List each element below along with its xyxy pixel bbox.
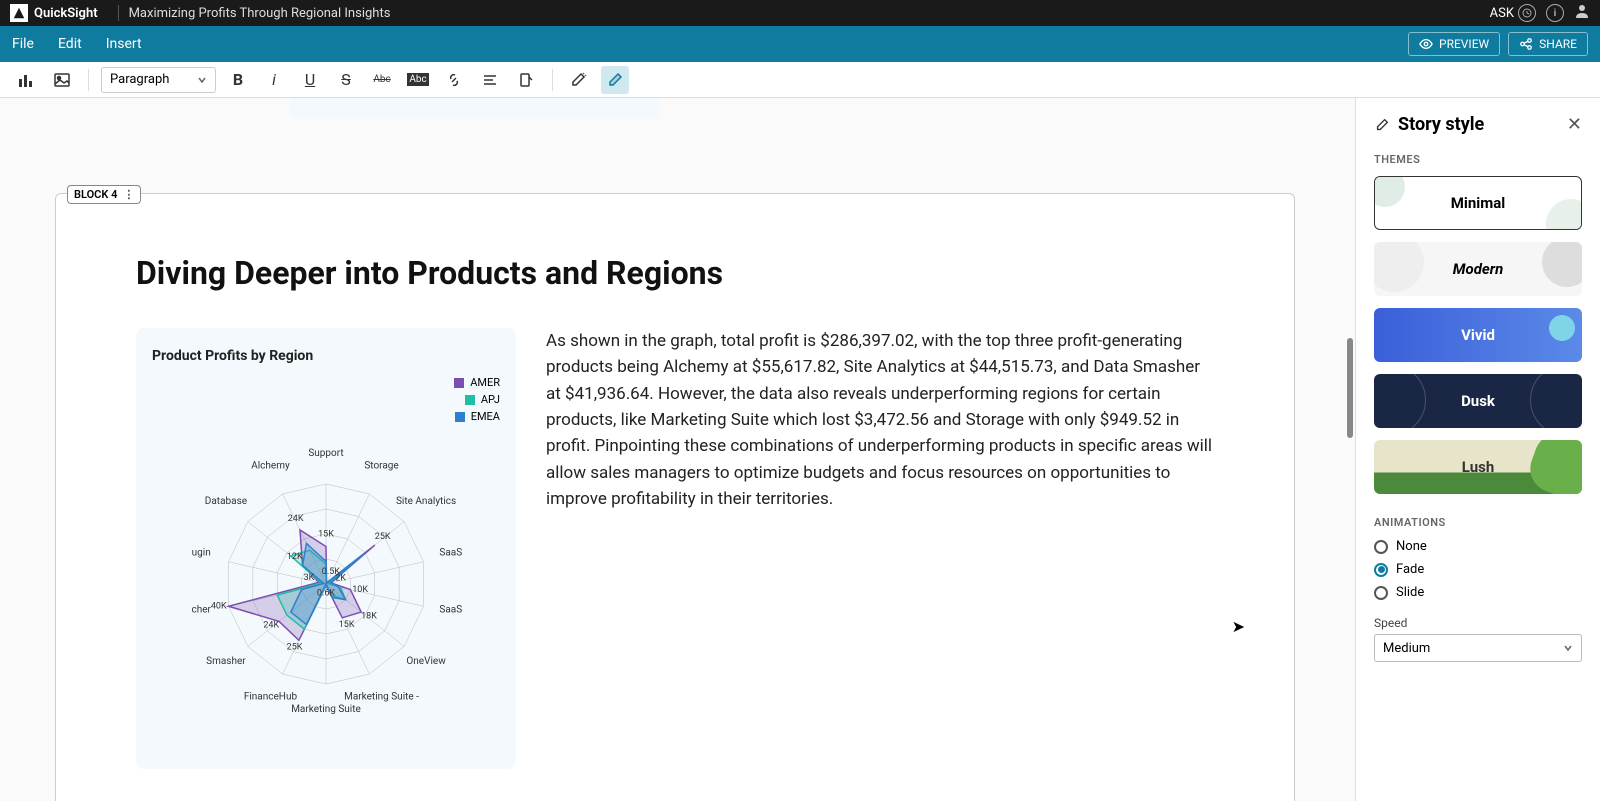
- header-divider: [118, 5, 119, 21]
- theme-lush[interactable]: Lush: [1374, 440, 1582, 494]
- menu-bar: File Edit Insert PREVIEW SHARE: [0, 26, 1600, 62]
- strikethrough-button[interactable]: S: [332, 66, 360, 94]
- animation-slide[interactable]: Slide: [1374, 585, 1582, 600]
- svg-text:18K: 18K: [361, 611, 377, 621]
- theme-vivid[interactable]: Vivid: [1374, 308, 1582, 362]
- svg-text:25K: 25K: [375, 532, 391, 542]
- clear-button[interactable]: [512, 66, 540, 94]
- speed-label: Speed: [1374, 616, 1582, 630]
- svg-text:24K: 24K: [288, 514, 304, 524]
- story-block[interactable]: Diving Deeper into Products and Regions …: [55, 193, 1295, 801]
- user-icon[interactable]: [1574, 3, 1590, 23]
- svg-text:24K: 24K: [263, 621, 279, 631]
- svg-text:FinanceHub: FinanceHub: [244, 691, 298, 702]
- block-title: Diving Deeper into Products and Regions: [136, 254, 1214, 292]
- svg-text:Storage: Storage: [364, 461, 398, 472]
- story-style-panel: Story style ✕ THEMES Minimal Modern Vivi…: [1355, 98, 1600, 801]
- radar-chart: Support Storage Site Analytics SaaS SaaS OneV…: [156, 429, 496, 739]
- speed-select[interactable]: Medium: [1374, 634, 1582, 662]
- app-header: QuickSight Maximizing Profits Through Re…: [0, 0, 1600, 26]
- svg-text:Alchemy: Alchemy: [251, 461, 290, 472]
- svg-text:OneView: OneView: [406, 656, 446, 667]
- svg-text:15K: 15K: [339, 620, 355, 630]
- logo-icon: [10, 4, 28, 22]
- svg-text:Marketing Suite: Marketing Suite: [291, 704, 361, 715]
- scrollbar-thumb[interactable]: [1347, 338, 1353, 438]
- block-body-text[interactable]: As shown in the graph, total profit is $…: [546, 328, 1214, 769]
- align-button[interactable]: [476, 66, 504, 94]
- animation-fade[interactable]: Fade: [1374, 562, 1582, 577]
- animations-label: ANIMATIONS: [1374, 516, 1582, 529]
- svg-text:SaaS: SaaS: [439, 604, 462, 615]
- link-button[interactable]: [440, 66, 468, 94]
- highlight-button[interactable]: Abc: [404, 66, 432, 94]
- chart-insert-icon[interactable]: [12, 66, 40, 94]
- image-insert-icon[interactable]: [48, 66, 76, 94]
- style-brush-icon[interactable]: [601, 66, 629, 94]
- format-toolbar: Paragraph B i U S Abc Abc: [0, 62, 1600, 98]
- svg-text:40K: 40K: [211, 601, 227, 611]
- preview-button[interactable]: PREVIEW: [1408, 32, 1500, 56]
- underline-button[interactable]: U: [296, 66, 324, 94]
- svg-text:Smasher: Smasher: [206, 656, 246, 667]
- svg-text:25K: 25K: [287, 642, 303, 652]
- share-button[interactable]: SHARE: [1508, 32, 1588, 56]
- svg-text:Database: Database: [205, 496, 247, 507]
- svg-text:Marketing Suite -: Marketing Suite -: [344, 691, 419, 702]
- chart-legend: AMER APJ EMEA: [152, 376, 500, 423]
- animation-none[interactable]: None: [1374, 539, 1582, 554]
- help-icon[interactable]: i: [1546, 4, 1564, 22]
- ask-button[interactable]: ASK: [1490, 4, 1536, 22]
- chart-card[interactable]: Product Profits by Region AMER APJ EMEA …: [136, 328, 516, 769]
- theme-modern[interactable]: Modern: [1374, 242, 1582, 296]
- svg-text:3K: 3K: [304, 573, 315, 583]
- brand-name: QuickSight: [34, 6, 98, 21]
- chevron-down-icon: [1563, 643, 1573, 653]
- svg-text:ugin: ugin: [192, 548, 211, 559]
- bold-button[interactable]: B: [224, 66, 252, 94]
- italic-button[interactable]: i: [260, 66, 288, 94]
- menu-file[interactable]: File: [12, 36, 34, 52]
- block-menu-icon[interactable]: ⋮: [123, 188, 134, 201]
- svg-text:12K: 12K: [287, 552, 303, 562]
- svg-text:cher: cher: [191, 604, 211, 615]
- brush-icon: [1374, 117, 1390, 133]
- svg-text:0.6K: 0.6K: [317, 589, 335, 599]
- menu-edit[interactable]: Edit: [58, 36, 82, 52]
- theme-minimal[interactable]: Minimal: [1374, 176, 1582, 230]
- paragraph-style-select[interactable]: Paragraph: [101, 67, 216, 93]
- close-icon[interactable]: ✕: [1567, 114, 1582, 135]
- svg-text:Support: Support: [308, 448, 343, 459]
- clear-format-button[interactable]: Abc: [368, 66, 396, 94]
- svg-text:15K: 15K: [318, 530, 334, 540]
- themes-label: THEMES: [1374, 153, 1582, 166]
- clock-icon: [1518, 4, 1536, 22]
- svg-text:Site Analytics: Site Analytics: [396, 496, 456, 507]
- canvas[interactable]: BLOCK 4 ⋮ Diving Deeper into Products an…: [0, 98, 1355, 801]
- previous-block-edge: [290, 98, 660, 118]
- chevron-down-icon: [197, 75, 207, 85]
- svg-text:2K: 2K: [335, 574, 346, 584]
- panel-title: Story style: [1374, 114, 1484, 135]
- document-title: Maximizing Profits Through Regional Insi…: [129, 6, 391, 21]
- menu-insert[interactable]: Insert: [106, 36, 142, 52]
- ai-edit-icon[interactable]: [565, 66, 593, 94]
- block-tag[interactable]: BLOCK 4 ⋮: [67, 185, 141, 204]
- theme-dusk[interactable]: Dusk: [1374, 374, 1582, 428]
- chart-title: Product Profits by Region: [152, 348, 500, 364]
- svg-text:10K: 10K: [352, 585, 368, 595]
- svg-text:SaaS: SaaS: [439, 548, 462, 559]
